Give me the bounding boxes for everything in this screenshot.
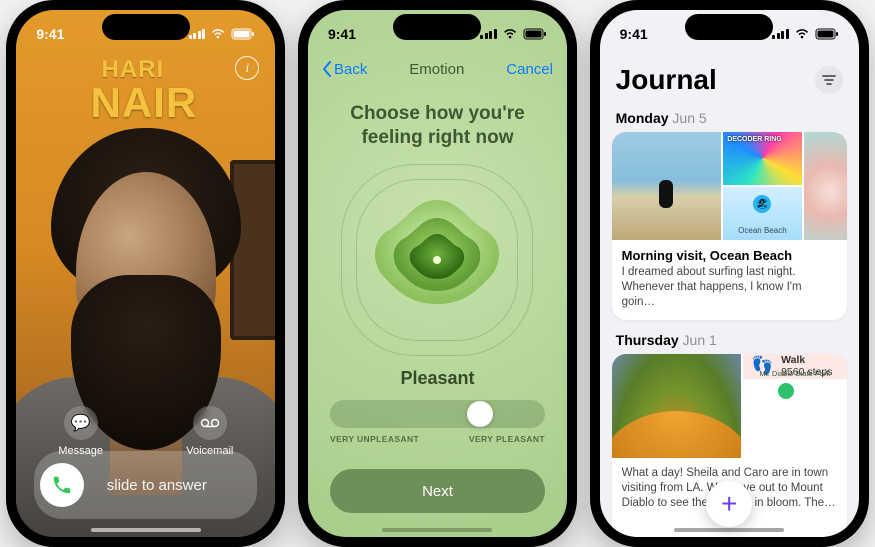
photo-beach (612, 132, 722, 240)
dynamic-island (393, 14, 481, 40)
wifi-icon (210, 28, 226, 40)
feeling-slider[interactable] (330, 400, 545, 428)
battery-icon (231, 28, 255, 40)
slide-to-answer[interactable]: slide to answer (34, 451, 257, 519)
battery-icon (523, 28, 547, 40)
prompt-text: Choose how you're feeling right now (328, 102, 547, 150)
nav-bar: Back Emotion Cancel (308, 54, 567, 84)
place-tile: 🏖 Ocean Beach (723, 187, 801, 240)
entry-title: Morning visit, Ocean Beach (622, 248, 837, 263)
home-indicator[interactable] (674, 528, 784, 532)
dynamic-island (685, 14, 773, 40)
home-indicator[interactable] (382, 528, 492, 532)
home-indicator[interactable] (91, 528, 201, 532)
photo-hills (612, 354, 741, 458)
back-button[interactable]: Back (322, 61, 367, 78)
status-time: 9:41 (36, 26, 64, 42)
journal-scroll[interactable]: Monday Jun 5 DECODER RING 🏖 Ocean Beach (612, 106, 847, 537)
wifi-icon (794, 28, 810, 40)
status-time: 9:41 (620, 26, 648, 42)
filter-button[interactable] (815, 66, 843, 94)
photo-shell (804, 132, 847, 240)
feeling-label: Pleasant (308, 368, 567, 389)
slide-text: slide to answer (62, 477, 251, 494)
nav-title: Emotion (409, 61, 464, 78)
journal-title: Journal (616, 64, 717, 96)
message-icon: 💬 (64, 406, 98, 440)
chevron-left-icon (322, 61, 332, 77)
three-phone-showcase: 9:41 HARI NAIR i 💬 Message (0, 0, 875, 547)
map-pin-icon (776, 381, 796, 401)
next-button[interactable]: Next (330, 469, 545, 513)
status-time: 9:41 (328, 26, 356, 42)
slider-max-label: VERY PLEASANT (469, 434, 545, 444)
filter-icon (822, 74, 836, 86)
wifi-icon (502, 28, 518, 40)
caller-last-name: NAIR (32, 84, 255, 122)
journal-card-1[interactable]: DECODER RING 🏖 Ocean Beach (612, 132, 847, 320)
phone-1-incoming-call: 9:41 HARI NAIR i 💬 Message (6, 0, 285, 547)
place-pin-icon: 🏖 (753, 195, 771, 213)
cellular-icon (772, 29, 789, 39)
day-header: Thursday Jun 1 (616, 332, 843, 348)
voicemail-icon (193, 406, 227, 440)
podcast-tile: DECODER RING (723, 132, 801, 185)
day-header: Monday Jun 5 (616, 110, 843, 126)
phone-3-journal: 9:41 Journal Monday Jun 5 (590, 0, 869, 547)
dynamic-island (102, 14, 190, 40)
voicemail-button[interactable]: Voicemail (186, 406, 233, 457)
phone-2-emotion: 9:41 Back Emotion Cancel Choose how you'… (298, 0, 577, 547)
message-button[interactable]: 💬 Message (58, 406, 103, 457)
battery-icon (815, 28, 839, 40)
cellular-icon (189, 29, 206, 39)
entry-body: I dreamed about surfing last night. When… (622, 265, 837, 310)
slider-min-label: VERY UNPLEASANT (330, 434, 419, 444)
add-entry-button[interactable]: + (706, 481, 752, 527)
emotion-graphic (308, 160, 567, 360)
slider-thumb[interactable] (467, 401, 493, 427)
cancel-button[interactable]: Cancel (506, 61, 553, 78)
cellular-icon (480, 29, 497, 39)
